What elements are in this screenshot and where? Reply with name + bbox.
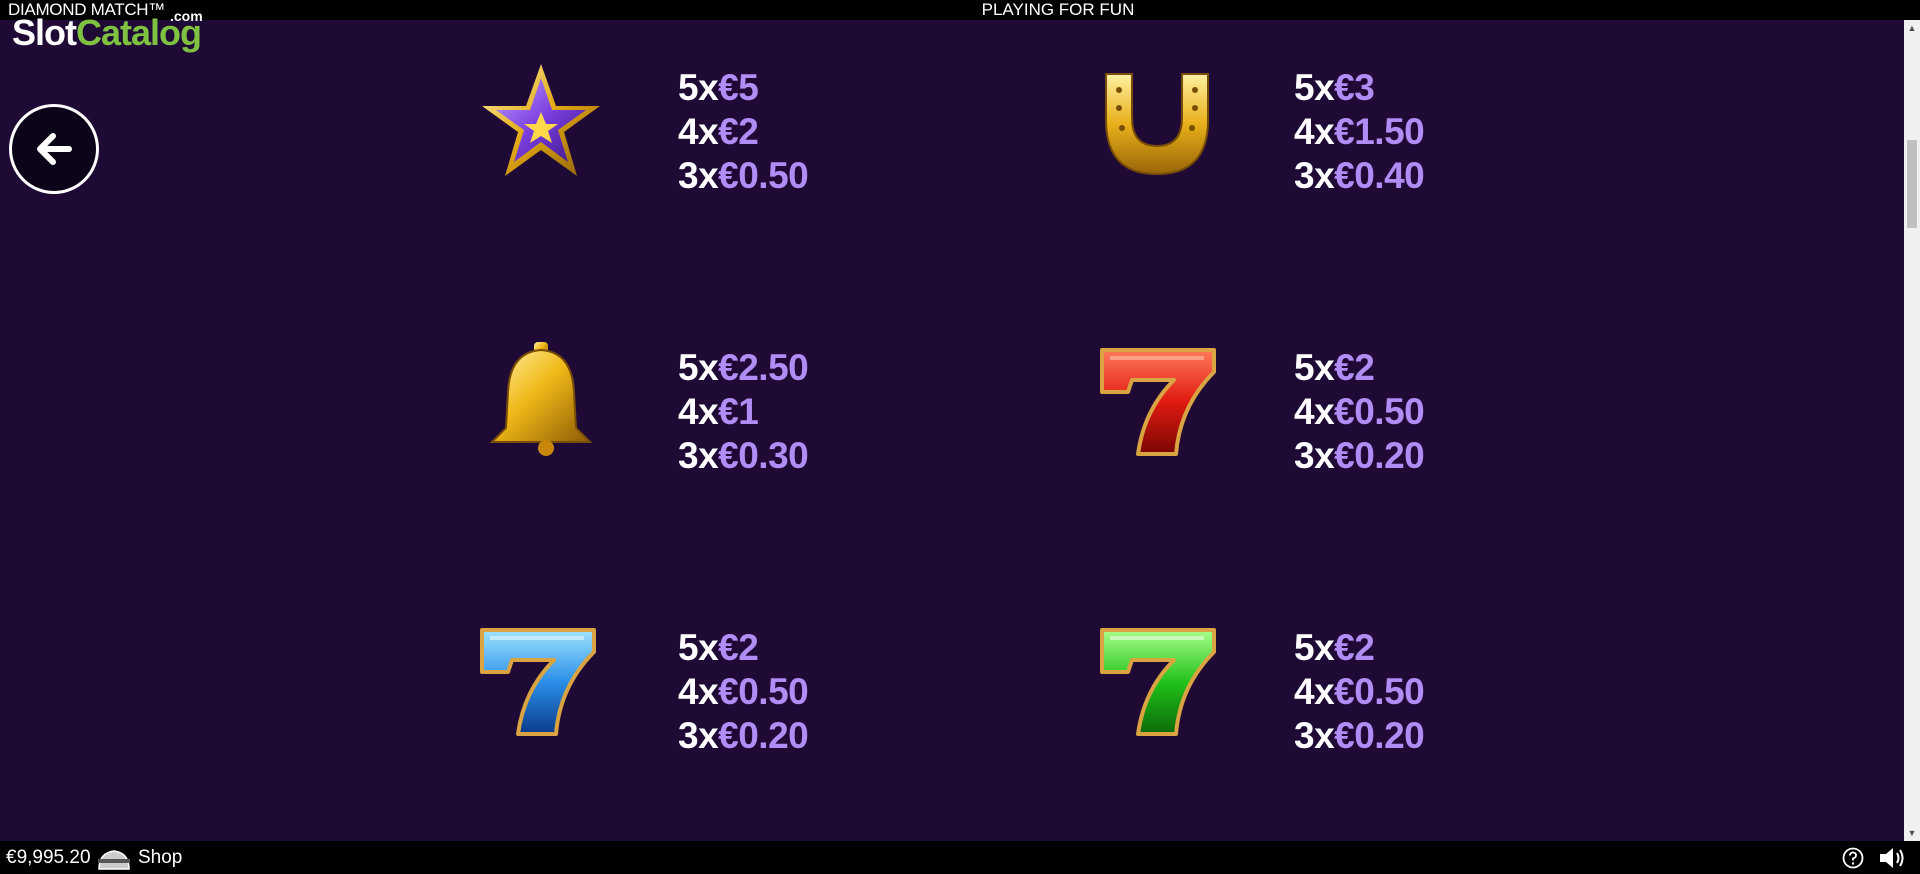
watermark-part1: Slot <box>12 12 77 53</box>
match-count: 4x <box>678 111 719 152</box>
payout-line: 5x€3 <box>1294 66 1424 110</box>
payout-amount: €2.50 <box>718 347 809 388</box>
payout-amount: €0.50 <box>1334 391 1425 432</box>
paytable-entry-blue-seven: 5x€2 4x€0.50 3x€0.20 <box>476 616 936 756</box>
paytable-entry-bell: 5x€2.50 4x€1 3x€0.30 <box>476 336 936 476</box>
payout-amount: €0.50 <box>718 671 809 712</box>
blue-seven-icon <box>480 628 596 736</box>
watermark-logo: SlotCatalog .com <box>12 8 203 54</box>
scrollbar-thumb[interactable] <box>1907 140 1917 228</box>
paytable-entry-horseshoe: 5x€3 4x€1.50 3x€0.40 <box>1092 56 1552 196</box>
match-count: 3x <box>678 435 719 476</box>
payout-line: 5x€2 <box>1294 346 1424 390</box>
payout-amount: €5 <box>718 67 759 108</box>
match-count: 5x <box>678 627 719 668</box>
bottom-bar: €9,995.20 Shop <box>0 841 1920 874</box>
payout-amount: €0.20 <box>718 715 809 756</box>
match-count: 5x <box>1294 347 1335 388</box>
payout-line: 5x€2.50 <box>678 346 809 390</box>
watermark-suffix: .com <box>170 8 203 24</box>
payout-list: 5x€3 4x€1.50 3x€0.40 <box>1294 66 1425 198</box>
red-seven-icon <box>1100 348 1216 456</box>
payout-line: 4x€1 <box>678 390 808 434</box>
arrow-left-icon <box>37 133 72 165</box>
payout-list: 5x€2 4x€0.50 3x€0.20 <box>678 626 809 758</box>
payout-line: 3x€0.20 <box>1294 714 1425 758</box>
match-count: 3x <box>678 715 719 756</box>
match-count: 3x <box>1294 715 1335 756</box>
payout-line: 3x€0.30 <box>678 434 809 478</box>
green-seven-icon <box>1100 628 1216 736</box>
paytable-entry-star: 5x€5 4x€2 3x€0.50 <box>476 56 936 196</box>
match-count: 4x <box>1294 671 1335 712</box>
purple-star-icon <box>482 64 600 176</box>
payout-amount: €2 <box>1334 347 1375 388</box>
back-button[interactable] <box>9 104 99 194</box>
payout-line: 3x€0.40 <box>1294 154 1425 198</box>
vertical-scrollbar[interactable]: ▲ ▼ <box>1904 20 1920 841</box>
match-count: 4x <box>678 391 719 432</box>
help-icon[interactable] <box>1842 847 1864 869</box>
match-count: 5x <box>1294 67 1335 108</box>
payout-line: 4x€0.50 <box>1294 670 1425 714</box>
match-count: 5x <box>678 67 719 108</box>
match-count: 4x <box>1294 391 1335 432</box>
payout-line: 3x€0.20 <box>678 714 809 758</box>
payout-line: 4x€0.50 <box>1294 390 1425 434</box>
payout-amount: €0.50 <box>718 155 809 196</box>
top-bar: DIAMOND MATCH™ PLAYING FOR FUN <box>0 0 1920 20</box>
payout-amount: €0.50 <box>1334 671 1425 712</box>
match-count: 3x <box>1294 155 1335 196</box>
speaker-icon[interactable] <box>1878 846 1908 870</box>
shop-button[interactable]: Shop <box>138 841 182 874</box>
match-count: 5x <box>678 347 719 388</box>
payout-line: 4x€0.50 <box>678 670 809 714</box>
payout-amount: €0.40 <box>1334 155 1425 196</box>
scroll-down-arrow-icon[interactable]: ▼ <box>1904 825 1920 841</box>
horseshoe-icon <box>1105 73 1209 176</box>
paytable-entry-green-seven: 5x€2 4x€0.50 3x€0.20 <box>1092 616 1552 756</box>
paytable-screen: 5x€5 4x€2 3x€0.50 5x€3 4x€1.50 3x€0.40 5… <box>0 20 1904 841</box>
paytable-entry-red-seven: 5x€2 4x€0.50 3x€0.20 <box>1092 336 1552 476</box>
payout-amount: €2 <box>718 111 759 152</box>
payout-amount: €1.50 <box>1334 111 1425 152</box>
payout-list: 5x€2.50 4x€1 3x€0.30 <box>678 346 809 478</box>
payout-amount: €0.20 <box>1334 435 1425 476</box>
match-count: 4x <box>678 671 719 712</box>
payout-amount: €3 <box>1334 67 1375 108</box>
payout-list: 5x€2 4x€0.50 3x€0.20 <box>1294 346 1425 478</box>
payout-amount: €2 <box>718 627 759 668</box>
scroll-up-arrow-icon[interactable]: ▲ <box>1904 20 1920 36</box>
payout-list: 5x€5 4x€2 3x€0.50 <box>678 66 809 198</box>
payout-list: 5x€2 4x€0.50 3x€0.20 <box>1294 626 1425 758</box>
payout-amount: €1 <box>718 391 759 432</box>
payout-line: 4x€1.50 <box>1294 110 1425 154</box>
payout-line: 3x€0.20 <box>1294 434 1425 478</box>
payout-line: 5x€2 <box>678 626 808 670</box>
bell-icon <box>489 342 593 456</box>
play-mode-label: PLAYING FOR FUN <box>981 0 1135 19</box>
match-count: 5x <box>1294 627 1335 668</box>
match-count: 4x <box>1294 111 1335 152</box>
payout-line: 3x€0.50 <box>678 154 809 198</box>
balance-display: €9,995.20 <box>6 847 91 868</box>
match-count: 3x <box>1294 435 1335 476</box>
payout-line: 4x€2 <box>678 110 808 154</box>
payout-amount: €2 <box>1334 627 1375 668</box>
payout-line: 5x€2 <box>1294 626 1424 670</box>
payout-amount: €0.20 <box>1334 715 1425 756</box>
shop-icon[interactable] <box>96 847 132 871</box>
payout-line: 5x€5 <box>678 66 808 110</box>
match-count: 3x <box>678 155 719 196</box>
payout-amount: €0.30 <box>718 435 809 476</box>
